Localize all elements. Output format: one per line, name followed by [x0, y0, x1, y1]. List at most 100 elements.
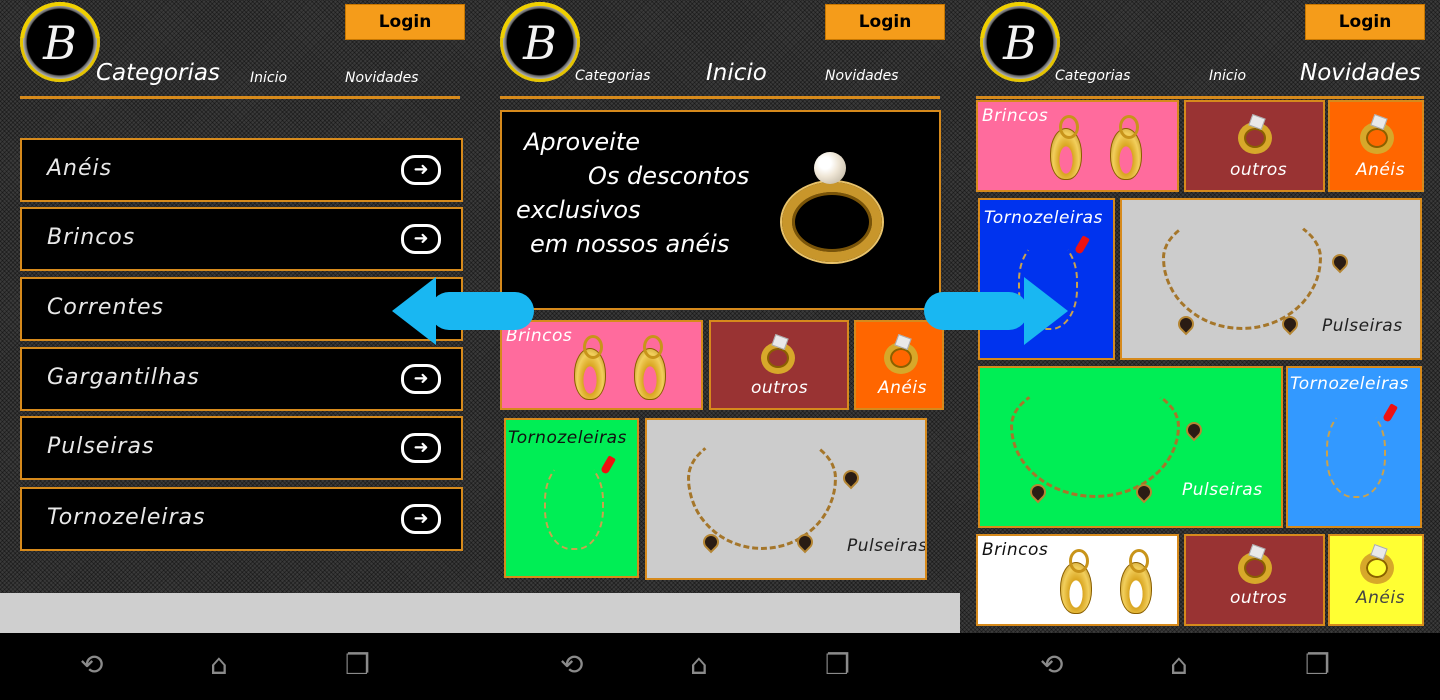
category-label: Brincos: [47, 225, 136, 250]
tile-label: Anéis: [878, 378, 927, 398]
arrow-right-circle-icon[interactable]: ➜: [401, 433, 441, 463]
tile-outros-bottom[interactable]: outros: [1184, 534, 1325, 626]
tile-label: Brincos: [982, 106, 1049, 126]
logo-glyph: B: [1003, 16, 1037, 70]
arrow-right-circle-icon[interactable]: ➜: [401, 364, 441, 394]
tile-label: Pulseiras: [1182, 480, 1263, 500]
tile-outros[interactable]: outros: [1184, 100, 1325, 192]
charm-image: [1328, 250, 1352, 274]
arrow-right-circle-icon[interactable]: ➜: [401, 504, 441, 534]
header-divider: [976, 96, 1424, 99]
ring-pearl: [814, 152, 846, 184]
android-nav-bar: ⟲ ⌂ ❐: [0, 633, 480, 700]
recent-apps-icon[interactable]: ❐: [825, 651, 850, 679]
bracelet-image: [1010, 378, 1180, 498]
tile-pulseiras-green[interactable]: Pulseiras: [978, 366, 1283, 528]
ring-image: [1238, 122, 1272, 154]
ring-image: [761, 342, 795, 374]
logo-glyph: B: [523, 16, 557, 70]
tile-label: outros: [751, 378, 809, 398]
tile-label: Anéis: [1356, 588, 1405, 608]
charm-image: [1182, 418, 1206, 442]
tile-brincos[interactable]: Brincos: [500, 320, 703, 410]
tab-inicio[interactable]: Inicio: [1209, 68, 1246, 84]
tab-inicio[interactable]: Inicio: [706, 60, 767, 86]
tab-novidades[interactable]: Novidades: [1300, 60, 1421, 86]
tile-label: Tornozeleiras: [984, 208, 1103, 228]
promo-line: exclusivos: [516, 196, 641, 224]
home-icon[interactable]: ⌂: [690, 651, 708, 679]
tile-aneis[interactable]: Anéis: [854, 320, 944, 410]
tab-novidades[interactable]: Novidades: [345, 70, 418, 86]
tile-aneis[interactable]: Anéis: [1328, 100, 1424, 192]
tile-pulseiras[interactable]: Pulseiras: [645, 418, 927, 580]
tab-categorias[interactable]: Categorias: [575, 68, 650, 84]
back-icon[interactable]: ⟲: [560, 651, 583, 679]
ring-image: [1360, 122, 1394, 154]
bracelet-image: [1162, 210, 1322, 330]
promo-line: Os descontos: [588, 162, 750, 190]
earring-image: [1050, 115, 1082, 180]
tab-inicio[interactable]: Inicio: [250, 70, 287, 86]
brand-logo[interactable]: B: [980, 2, 1060, 82]
category-label: Pulseiras: [47, 434, 155, 459]
earring-image: [1110, 115, 1142, 180]
novidades-screen: B Login Categorias Inicio Novidades Brin…: [960, 0, 1440, 700]
bracelet-image: [687, 430, 837, 550]
arrow-right-circle-icon[interactable]: ➜: [401, 155, 441, 185]
arrow-shaft: [430, 292, 534, 330]
category-row-brincos[interactable]: Brincos ➜: [20, 207, 463, 271]
earring-image: [1060, 549, 1092, 614]
categorias-screen: B Login Categorias Inicio Novidades Anéi…: [0, 0, 480, 700]
tile-label: Tornozeleiras: [1290, 374, 1409, 394]
back-icon[interactable]: ⟲: [80, 651, 103, 679]
recent-apps-icon[interactable]: ❐: [1305, 651, 1330, 679]
category-label: Gargantilhas: [47, 365, 200, 390]
tile-label: Tornozeleiras: [508, 428, 627, 448]
arrow-head: [1024, 277, 1068, 345]
tile-tornozeleiras-blue[interactable]: Tornozeleiras: [1286, 366, 1422, 528]
footer-bar: [480, 593, 960, 633]
back-icon[interactable]: ⟲: [1040, 651, 1063, 679]
login-button[interactable]: Login: [825, 4, 945, 40]
category-label: Correntes: [47, 295, 165, 320]
recent-apps-icon[interactable]: ❐: [345, 651, 370, 679]
promo-line: Aproveite: [524, 128, 641, 156]
category-label: Anéis: [47, 156, 113, 181]
brand-logo[interactable]: B: [20, 2, 100, 82]
tile-outros[interactable]: outros: [709, 320, 849, 410]
header-divider: [500, 96, 940, 99]
red-charm-image: [1074, 235, 1090, 255]
category-row-aneis[interactable]: Anéis ➜: [20, 138, 463, 202]
arrow-head: [392, 277, 436, 345]
arrow-shaft: [924, 292, 1028, 330]
tab-novidades[interactable]: Novidades: [825, 68, 898, 84]
tile-label: Pulseiras: [1322, 316, 1403, 336]
tile-aneis-yellow[interactable]: Anéis: [1328, 534, 1424, 626]
tab-categorias[interactable]: Categorias: [96, 60, 220, 86]
category-label: Tornozeleiras: [47, 505, 206, 530]
tile-brincos[interactable]: Brincos: [976, 100, 1179, 192]
category-row-tornozeleiras[interactable]: Tornozeleiras ➜: [20, 487, 463, 551]
tile-label: Anéis: [1356, 160, 1405, 180]
home-icon[interactable]: ⌂: [210, 651, 228, 679]
ring-image: [1238, 552, 1272, 584]
earring-image: [1120, 549, 1152, 614]
login-button[interactable]: Login: [1305, 4, 1425, 40]
red-charm-image: [1382, 403, 1398, 423]
brand-logo[interactable]: B: [500, 2, 580, 82]
category-row-gargantilhas[interactable]: Gargantilhas ➜: [20, 347, 463, 411]
charm-image: [839, 466, 863, 490]
earring-image: [634, 335, 666, 400]
android-nav-bar: ⟲ ⌂ ❐: [960, 633, 1440, 700]
login-button[interactable]: Login: [345, 4, 465, 40]
ring-band: [782, 182, 882, 262]
promo-banner[interactable]: Aproveite Os descontos exclusivos em nos…: [500, 110, 941, 310]
tile-brincos-white[interactable]: Brincos: [976, 534, 1179, 626]
arrow-right-circle-icon[interactable]: ➜: [401, 224, 441, 254]
category-row-pulseiras[interactable]: Pulseiras ➜: [20, 416, 463, 480]
home-icon[interactable]: ⌂: [1170, 651, 1188, 679]
tile-pulseiras[interactable]: Pulseiras: [1120, 198, 1422, 360]
tab-categorias[interactable]: Categorias: [1055, 68, 1130, 84]
tile-tornozeleiras[interactable]: Tornozeleiras: [504, 418, 639, 578]
